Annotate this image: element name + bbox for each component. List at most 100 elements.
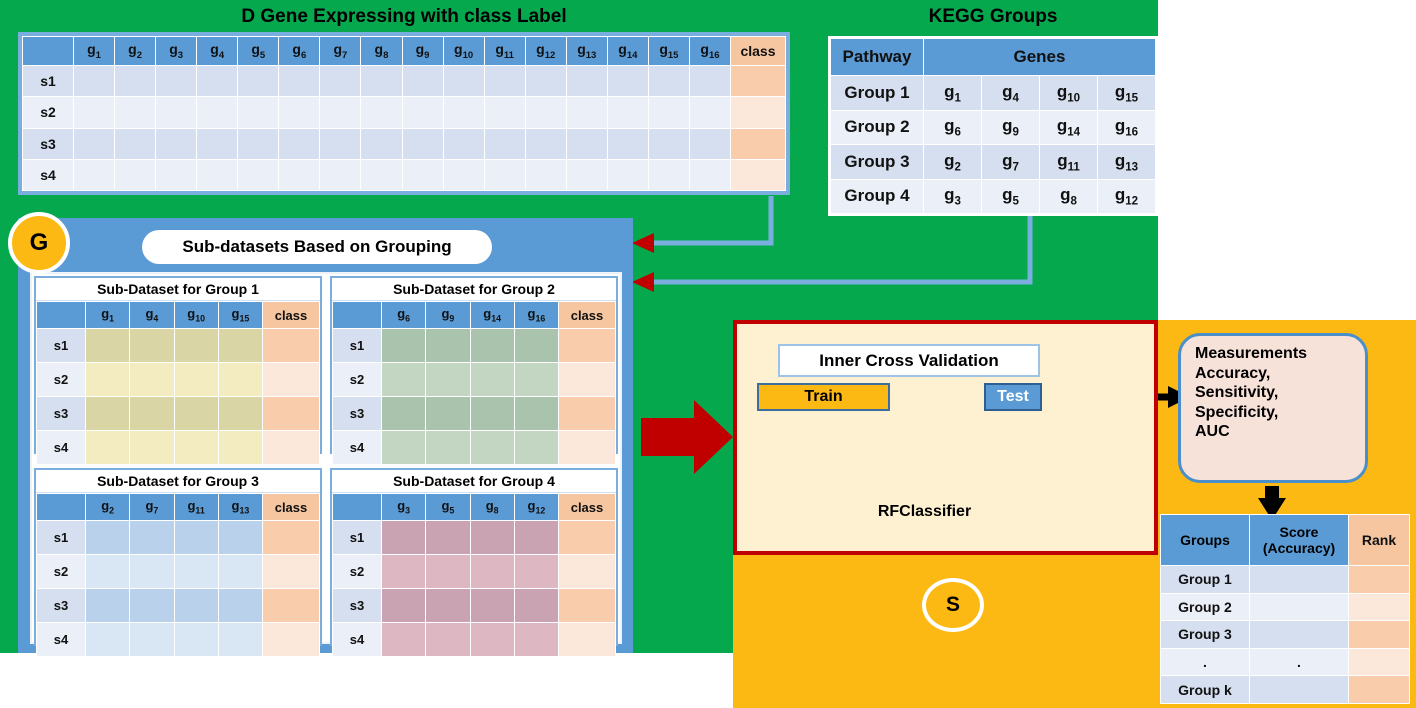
kegg-gene-cell: g6 (923, 109, 982, 145)
dgene-cell (278, 127, 321, 160)
sub-dataset-card-2: Sub-Dataset for Group 2 g6 g9 g14 g16 class s… (330, 276, 618, 465)
sub-cell (425, 328, 471, 363)
sub-cell (425, 430, 471, 465)
sub-col-header: g8 (469, 493, 515, 521)
sub-cell (513, 430, 560, 465)
sub-class-cell (262, 396, 320, 431)
sub-dataset-grid-3: g2 g7 g11 g13 class s1 s2 s3 s4 (36, 493, 320, 657)
sub-col-header: g5 (425, 493, 471, 521)
measurements-line-4: Specificity, (1195, 403, 1279, 421)
score-table: Groups Score (Accuracy) Rank Group 1 Group 2G… (1160, 514, 1410, 704)
sub-cell (469, 520, 515, 555)
table-header-row: g3 g5 g8 g12 class (332, 493, 616, 521)
kegg-gene-cell: g3 (923, 178, 982, 214)
table-row: s4 (22, 158, 786, 192)
sub-cell (217, 520, 264, 555)
dgene-cell (647, 64, 690, 98)
rf-classifier-line2: Classifier (899, 502, 972, 520)
dgene-cell (565, 158, 608, 192)
dgene-col-header: g15 (647, 36, 690, 66)
dgene-cell (319, 96, 362, 129)
score-group-label: Group k (1160, 675, 1250, 704)
dgene-col-header: g12 (524, 36, 567, 66)
table-row: Group 2 g6 g9 g14 g16 (830, 109, 1156, 145)
sub-row-label: s4 (36, 622, 86, 657)
dgene-col-header: g10 (442, 36, 485, 66)
sub-cell (129, 520, 175, 555)
table-row: s2 (332, 362, 616, 397)
sub-class-cell (558, 554, 616, 589)
table-row: .. (1160, 647, 1410, 677)
kegg-gene-cell: g5 (981, 178, 1040, 214)
dgene-cell (360, 96, 403, 129)
sub-cell (217, 554, 264, 589)
sub-cell (469, 396, 515, 431)
sub-row-label: s1 (36, 520, 86, 555)
score-group-label: . (1160, 647, 1250, 677)
dgene-col-header: g16 (688, 36, 732, 66)
kegg-groups-table: Pathway Genes Group 1 g1 g4 g10 g15 Group 2 g6 g9… (828, 36, 1158, 216)
sub-cell (129, 430, 175, 465)
measurements-box: Measurements Accuracy, Sensitivity, Spec… (1178, 333, 1368, 483)
measurements-line-5: AUC (1195, 423, 1230, 441)
sub-dataset-caption-2: Sub-Dataset for Group 2 (332, 278, 616, 301)
sub-cell (217, 622, 264, 657)
table-row: s1 (36, 328, 320, 363)
dgene-cell (688, 64, 732, 98)
table-header-row: Groups Score (Accuracy) Rank (1160, 514, 1410, 566)
kegg-genes-header: Genes (923, 38, 1156, 76)
score-value-cell (1249, 565, 1349, 594)
dgene-cell (155, 127, 198, 160)
dgene-cell (278, 96, 321, 129)
dgene-row-label: s3 (22, 127, 74, 160)
measurements-line-1: Measurements (1195, 345, 1308, 362)
dgene-class-cell (730, 127, 786, 160)
sub-cell (173, 622, 219, 657)
table-row: Group 4 g3 g5 g8 g12 (830, 178, 1156, 214)
sub-row-label: s1 (332, 520, 382, 555)
dgene-cell (196, 64, 239, 98)
subdatasets-title: Sub-datasets Based on Grouping (142, 230, 492, 264)
sub-cell (380, 396, 427, 431)
score-value-cell: . (1249, 647, 1349, 677)
kegg-gene-cell: g4 (981, 75, 1040, 111)
sub-row-label: s2 (36, 362, 86, 397)
sub-class-header: class (262, 493, 320, 521)
sub-cell (84, 328, 131, 363)
sub-cell (84, 554, 131, 589)
table-header-row: g1 g2 g3 g4 g5 g6 g7 g8 g9 g10 g11 g12 g13 g14 g15 g16 c… (22, 36, 786, 66)
score-rank-cell (1348, 592, 1410, 622)
dgene-cell (483, 64, 526, 98)
dgene-cell (606, 64, 649, 98)
sub-cell (129, 622, 175, 657)
dgene-cell (237, 158, 280, 192)
sub-col-header: g7 (129, 493, 175, 521)
sub-cell (380, 520, 427, 555)
table-row: Group 3 g2 g7 g11 g13 (830, 144, 1156, 180)
sub-cell (173, 328, 219, 363)
table-row: s4 (36, 622, 320, 657)
dgene-col-header: g4 (196, 36, 239, 66)
kegg-gene-cell: g10 (1039, 75, 1098, 111)
sub-cell (469, 588, 515, 623)
sub-class-cell (558, 588, 616, 623)
sub-col-header: g9 (425, 301, 471, 329)
sub-class-cell (558, 328, 616, 363)
dgene-cell (72, 64, 116, 98)
sub-col-header: g14 (469, 301, 515, 329)
kegg-gene-cell: g7 (981, 144, 1040, 180)
dgene-row-label: s2 (22, 96, 74, 129)
sub-col-header: g6 (380, 301, 427, 329)
dgene-col-header: g7 (319, 36, 362, 66)
dgene-class-cell (730, 64, 786, 98)
dgene-cell (442, 127, 485, 160)
sub-class-header: class (558, 301, 616, 329)
sub-cell (380, 622, 427, 657)
sub-cell (217, 396, 264, 431)
dgene-col-header: g11 (483, 36, 526, 66)
sub-col-header: g1 (84, 301, 131, 329)
table-row: Group 1 g1 g4 g10 g15 (830, 75, 1156, 111)
sub-cell (84, 396, 131, 431)
score-group-label: Group 1 (1160, 565, 1250, 594)
sub-cell (513, 396, 560, 431)
